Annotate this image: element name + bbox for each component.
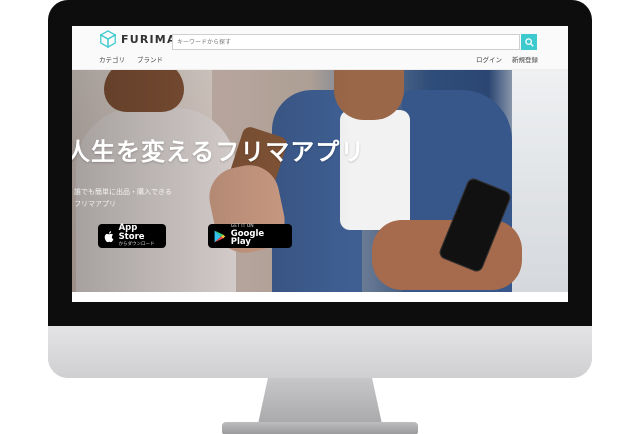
google-play-button[interactable]: GET IT ON Google Play <box>208 224 292 248</box>
hero-shade <box>72 70 352 292</box>
monitor-illustration: FURIMA カテゴリ ブランド ログイン 新規登録 <box>0 0 640 434</box>
nav-signup-link[interactable]: 新規登録 <box>512 54 538 64</box>
nav-left: カテゴリ ブランド <box>99 54 163 64</box>
nav-category-link[interactable]: カテゴリ <box>99 54 125 64</box>
hero-subtitle: 誰でも簡単に出品・購入できる フリマアプリ <box>74 186 172 210</box>
nav-brand-link[interactable]: ブランド <box>137 54 163 64</box>
google-play-line2: Google Play <box>230 228 265 248</box>
monitor-stand-neck <box>258 378 382 424</box>
logo-text: FURIMA <box>121 32 177 46</box>
monitor-screen: FURIMA カテゴリ ブランド ログイン 新規登録 <box>72 26 568 302</box>
search-input[interactable] <box>173 35 519 49</box>
app-store-line2: からダウンロード <box>118 242 155 248</box>
apple-icon <box>104 230 114 242</box>
hero-banner: 人生を変えるフリマアプリ 誰でも簡単に出品・購入できる フリマアプリ App S… <box>72 70 568 292</box>
google-play-icon <box>214 230 226 242</box>
hero-subtitle-line1: 誰でも簡単に出品・購入できる <box>74 188 172 196</box>
app-store-button[interactable]: App Store からダウンロード <box>98 224 166 248</box>
search-button[interactable] <box>521 34 537 50</box>
search-box <box>172 34 520 50</box>
nav-login-link[interactable]: ログイン <box>476 54 502 64</box>
cube-logo-icon <box>99 30 117 48</box>
site-logo[interactable]: FURIMA <box>99 30 177 48</box>
app-store-line1: App Store <box>118 223 145 242</box>
nav-right: ログイン 新規登録 <box>476 54 538 64</box>
hero-title: 人生を変えるフリマアプリ <box>72 138 366 166</box>
monitor-stand-base <box>222 422 418 434</box>
search-icon <box>524 37 534 47</box>
monitor-chin <box>48 326 592 378</box>
hero-subtitle-line2: フリマアプリ <box>74 200 116 208</box>
site-header: FURIMA カテゴリ ブランド ログイン 新規登録 <box>72 26 568 70</box>
